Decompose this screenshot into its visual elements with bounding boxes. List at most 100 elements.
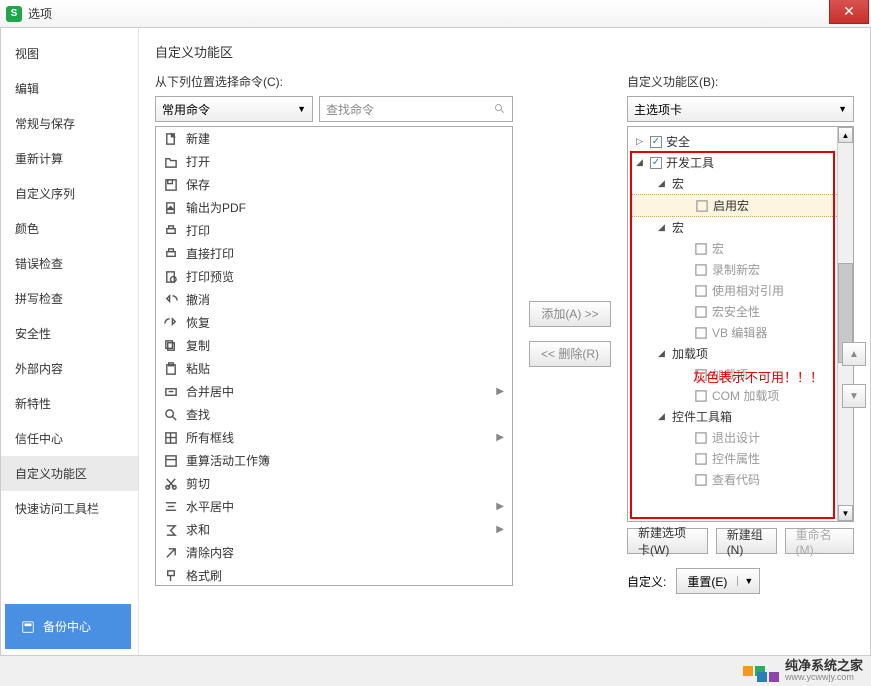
- sidebar-item[interactable]: 新特性: [1, 386, 138, 421]
- move-down-button[interactable]: ▼: [842, 384, 866, 408]
- customize-ribbon-label: 自定义功能区(B):: [627, 73, 854, 90]
- command-icon: [164, 247, 178, 261]
- command-item[interactable]: 保存: [156, 173, 512, 196]
- command-icon: [164, 454, 178, 468]
- tree-label: 录制新宏: [712, 261, 760, 278]
- tree-item[interactable]: 录制新宏: [630, 259, 851, 280]
- chevron-down-icon[interactable]: ▼: [737, 576, 759, 586]
- tree-item[interactable]: ◢控件工具箱: [630, 406, 851, 427]
- item-icon: [694, 326, 708, 340]
- command-item[interactable]: 求和▶: [156, 518, 512, 541]
- sidebar-item[interactable]: 常规与保存: [1, 106, 138, 141]
- command-item[interactable]: 合并居中▶: [156, 380, 512, 403]
- tree-item[interactable]: 启用宏: [630, 194, 851, 217]
- tree-label: 控件属性: [712, 450, 760, 467]
- command-item[interactable]: 打印预览: [156, 265, 512, 288]
- command-item[interactable]: 清除内容: [156, 541, 512, 564]
- tree-item[interactable]: 使用相对引用: [630, 280, 851, 301]
- tree-item[interactable]: COM 加载项: [630, 385, 851, 406]
- tree-item[interactable]: ◢宏: [630, 173, 851, 194]
- command-icon: [164, 523, 178, 537]
- tree-item[interactable]: ◢加载项: [630, 343, 851, 364]
- command-icon: [164, 270, 178, 284]
- search-input[interactable]: 查找命令: [319, 96, 513, 122]
- move-up-button[interactable]: ▲: [842, 342, 866, 366]
- command-item[interactable]: 所有框线▶: [156, 426, 512, 449]
- expand-icon[interactable]: ◢: [658, 411, 668, 422]
- search-placeholder: 查找命令: [326, 101, 374, 118]
- command-item[interactable]: 直接打印: [156, 242, 512, 265]
- expand-icon[interactable]: ◢: [658, 222, 668, 233]
- tree-label: VB 编辑器: [712, 324, 767, 341]
- ribbon-tree[interactable]: ▷✓安全◢✓开发工具◢宏启用宏◢宏宏录制新宏使用相对引用宏安全性VB 编辑器◢加…: [627, 126, 854, 522]
- command-item[interactable]: 粘贴: [156, 357, 512, 380]
- sidebar-item[interactable]: 错误检查: [1, 246, 138, 281]
- rename-button[interactable]: 重命名(M)...: [785, 528, 854, 554]
- sidebar-item[interactable]: 自定义序列: [1, 176, 138, 211]
- add-button[interactable]: 添加(A) >>: [529, 301, 611, 327]
- tree-item[interactable]: 控件属性: [630, 448, 851, 469]
- command-item[interactable]: 复制: [156, 334, 512, 357]
- commands-list[interactable]: 新建打开保存输出为PDF 打印直接打印打印预览撤消恢复复制粘贴合并居中▶查找所有框…: [155, 126, 513, 586]
- sidebar-item[interactable]: 颜色: [1, 211, 138, 246]
- sidebar-item[interactable]: 视图: [1, 36, 138, 71]
- backup-center-button[interactable]: 备份中心: [5, 604, 131, 649]
- ribbon-target-dropdown[interactable]: 主选项卡 ▼: [627, 96, 854, 122]
- remove-button[interactable]: << 删除(R): [529, 341, 611, 367]
- command-icon: [164, 132, 178, 146]
- tree-item[interactable]: ▷✓安全: [630, 131, 851, 152]
- command-label: 保存: [186, 176, 210, 193]
- command-label: 直接打印: [186, 245, 234, 262]
- tree-item[interactable]: ◢宏: [630, 217, 851, 238]
- command-item[interactable]: 水平居中▶: [156, 495, 512, 518]
- scrollbar[interactable]: ▲ ▼: [837, 127, 853, 521]
- expand-icon[interactable]: ▷: [636, 136, 646, 147]
- expand-icon[interactable]: ◢: [658, 178, 668, 189]
- sidebar-item[interactable]: 信任中心: [1, 421, 138, 456]
- command-item[interactable]: 恢复: [156, 311, 512, 334]
- checkbox[interactable]: ✓: [650, 136, 662, 148]
- tree-item[interactable]: ◢✓开发工具: [630, 152, 851, 173]
- commands-source-dropdown[interactable]: 常用命令 ▼: [155, 96, 313, 122]
- close-button[interactable]: ✕: [829, 0, 869, 24]
- new-group-button[interactable]: 新建组(N): [716, 528, 777, 554]
- new-tab-button[interactable]: 新建选项卡(W): [627, 528, 708, 554]
- command-item[interactable]: 重算活动工作簿: [156, 449, 512, 472]
- tree-item[interactable]: 宏: [630, 238, 851, 259]
- sidebar-item[interactable]: 拼写检查: [1, 281, 138, 316]
- item-icon: [694, 242, 708, 256]
- reset-button[interactable]: 重置(E) ▼: [676, 568, 760, 594]
- expand-icon[interactable]: ◢: [658, 348, 668, 359]
- command-item[interactable]: 格式刷: [156, 564, 512, 586]
- command-item[interactable]: 打印: [156, 219, 512, 242]
- watermark-url: www.ycwwjy.com: [785, 673, 863, 683]
- sidebar-item[interactable]: 编辑: [1, 71, 138, 106]
- command-label: 打印: [186, 222, 210, 239]
- command-item[interactable]: 打开: [156, 150, 512, 173]
- checkbox[interactable]: ✓: [650, 157, 662, 169]
- tree-item[interactable]: 查看代码: [630, 469, 851, 490]
- sidebar-item[interactable]: 安全性: [1, 316, 138, 351]
- command-item[interactable]: 剪切: [156, 472, 512, 495]
- search-icon: [494, 103, 506, 115]
- tree-item[interactable]: VB 编辑器: [630, 322, 851, 343]
- tree-item[interactable]: 退出设计: [630, 427, 851, 448]
- scroll-up-icon[interactable]: ▲: [838, 127, 853, 143]
- sidebar-item[interactable]: 外部内容: [1, 351, 138, 386]
- scroll-down-icon[interactable]: ▼: [838, 505, 853, 521]
- expand-icon[interactable]: ◢: [636, 157, 646, 168]
- sidebar-item[interactable]: 自定义功能区: [1, 456, 138, 491]
- command-item[interactable]: 查找: [156, 403, 512, 426]
- command-item[interactable]: 新建: [156, 127, 512, 150]
- main-panel: 视图编辑常规与保存重新计算自定义序列颜色错误检查拼写检查安全性外部内容新特性信任…: [0, 28, 871, 656]
- command-label: 合并居中: [186, 383, 234, 400]
- command-item[interactable]: 输出为PDF: [156, 196, 512, 219]
- chevron-down-icon: ▼: [297, 104, 306, 114]
- sidebar-item[interactable]: 快速访问工具栏: [1, 491, 138, 526]
- tree-label: 查看代码: [712, 471, 760, 488]
- sidebar-item[interactable]: 重新计算: [1, 141, 138, 176]
- tree-item[interactable]: 宏安全性: [630, 301, 851, 322]
- tree-label: 退出设计: [712, 429, 760, 446]
- command-item[interactable]: 撤消: [156, 288, 512, 311]
- dropdown-value: 主选项卡: [634, 101, 682, 118]
